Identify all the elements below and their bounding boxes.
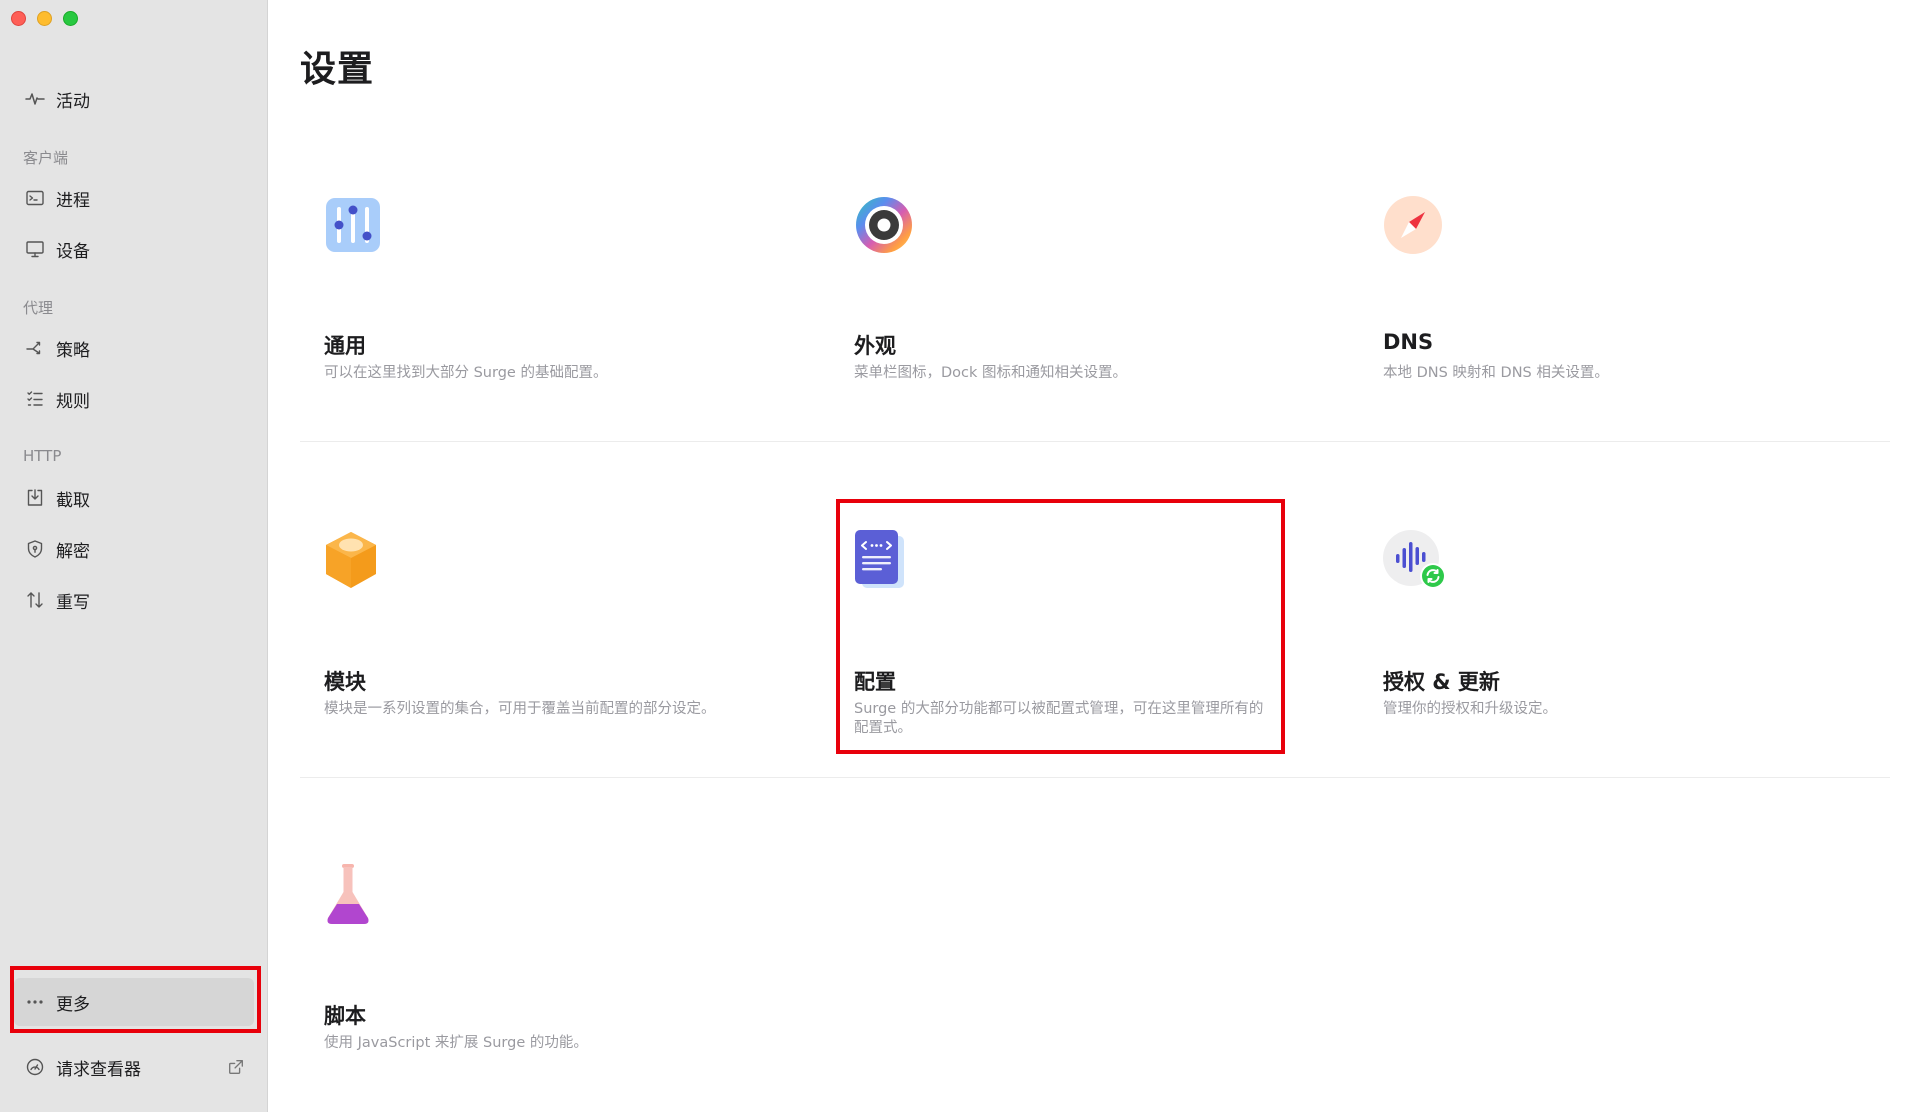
card-description: Surge 的大部分功能都可以被配置式管理，可在这里管理所有的配置式。 (854, 701, 1264, 736)
sidebar-section-proxy: 代理 (23, 299, 54, 317)
sidebar-item-activity[interactable]: 活动 (14, 81, 254, 117)
sidebar-section-http: HTTP (23, 447, 62, 465)
sidebar-item-label: 活动 (56, 91, 90, 112)
sidebar-item-capture[interactable]: 截取 (14, 480, 254, 516)
config-document-icon (855, 530, 904, 588)
row-divider (300, 441, 1890, 442)
monitor-icon (24, 238, 46, 260)
card-description: 菜单栏图标，Dock 图标和通知相关设置。 (854, 365, 1128, 381)
sidebar-item-label: 设备 (56, 241, 90, 262)
card-description: 模块是一系列设置的集合，可用于覆盖当前配置的部分设定。 (324, 701, 716, 717)
sidebar-item-devices[interactable]: 设备 (14, 231, 254, 267)
sidebar-item-rewrite[interactable]: 重写 (14, 582, 254, 618)
card-description: 管理你的授权和升级设定。 (1383, 701, 1557, 717)
sidebar-item-label: 进程 (56, 190, 90, 211)
card-title: 通用 (324, 334, 366, 358)
sidebar-item-rules[interactable]: 规则 (14, 381, 254, 417)
sidebar-section-client: 客户端 (23, 149, 69, 167)
sidebar-item-label: 更多 (56, 994, 90, 1015)
settings-card-appearance[interactable]: 外观 菜单栏图标，Dock 图标和通知相关设置。 (854, 196, 1374, 436)
sidebar-item-label: 重写 (56, 592, 90, 613)
swap-arrows-icon (24, 589, 46, 611)
sidebar-item-request-viewer[interactable]: 请求查看器 (14, 1049, 254, 1085)
sliders-icon (326, 198, 380, 252)
sidebar-item-label: 解密 (56, 541, 90, 562)
sidebar-item-process[interactable]: 进程 (14, 180, 254, 216)
activity-icon (24, 88, 46, 110)
card-title: DNS (1383, 330, 1434, 354)
page-title: 设置 (300, 49, 375, 90)
sidebar-item-decrypt[interactable]: 解密 (14, 531, 254, 567)
sidebar-item-label: 截取 (56, 490, 90, 511)
card-description: 可以在这里找到大部分 Surge 的基础配置。 (324, 365, 608, 381)
card-description: 使用 JavaScript 来扩展 Surge 的功能。 (324, 1035, 588, 1051)
terminal-window-icon (24, 187, 46, 209)
module-box-icon (326, 532, 376, 588)
sidebar-item-label: 规则 (56, 391, 90, 412)
minimize-window-button[interactable] (37, 11, 52, 26)
zoom-window-button[interactable] (63, 11, 78, 26)
list-icon (24, 388, 46, 410)
appearance-icon (856, 197, 912, 253)
close-window-button[interactable] (11, 11, 26, 26)
settings-card-scripts[interactable]: 脚本 使用 JavaScript 来扩展 Surge 的功能。 (324, 864, 844, 1104)
external-link-icon[interactable] (227, 1058, 245, 1076)
card-title: 脚本 (324, 1004, 366, 1028)
shield-icon (24, 538, 46, 560)
settings-main: 设置 通用 可以在这里找到大部分 Surge 的基础配置。 外观 菜单栏图标，D… (268, 0, 1920, 1112)
settings-card-profile[interactable]: 配置 Surge 的大部分功能都可以被配置式管理，可在这里管理所有的配置式。 (854, 530, 1374, 770)
card-description: 本地 DNS 映射和 DNS 相关设置。 (1383, 365, 1609, 381)
sidebar-item-label: 策略 (56, 340, 90, 361)
sidebar-item-more[interactable]: 更多 (14, 978, 254, 1026)
license-update-icon (1383, 530, 1445, 589)
card-title: 外观 (854, 334, 896, 358)
card-title: 配置 (854, 670, 896, 694)
settings-card-modules[interactable]: 模块 模块是一系列设置的集合，可用于覆盖当前配置的部分设定。 (324, 530, 844, 770)
sidebar-item-label: 请求查看器 (56, 1059, 141, 1080)
ellipsis-icon (24, 991, 46, 1013)
compass-icon (1384, 196, 1442, 254)
settings-card-license-update[interactable]: 授权 & 更新 管理你的授权和升级设定。 (1383, 530, 1903, 770)
settings-card-general[interactable]: 通用 可以在这里找到大部分 Surge 的基础配置。 (324, 196, 844, 436)
viewer-gauge-icon (24, 1056, 46, 1078)
row-divider (300, 777, 1890, 778)
settings-card-dns[interactable]: DNS 本地 DNS 映射和 DNS 相关设置。 (1383, 196, 1903, 436)
surge-settings-window: 活动 客户端 进程 设备 代理 策略 规则 HTTP 截取 解密 重写 更多 请… (0, 0, 1920, 1112)
window-controls (11, 11, 78, 26)
sidebar: 活动 客户端 进程 设备 代理 策略 规则 HTTP 截取 解密 重写 更多 请… (0, 0, 268, 1112)
flask-icon (327, 864, 369, 924)
capture-icon (24, 487, 46, 509)
sidebar-item-policy[interactable]: 策略 (14, 330, 254, 366)
branch-icon (24, 337, 46, 359)
card-title: 授权 & 更新 (1383, 670, 1500, 694)
card-title: 模块 (324, 670, 366, 694)
